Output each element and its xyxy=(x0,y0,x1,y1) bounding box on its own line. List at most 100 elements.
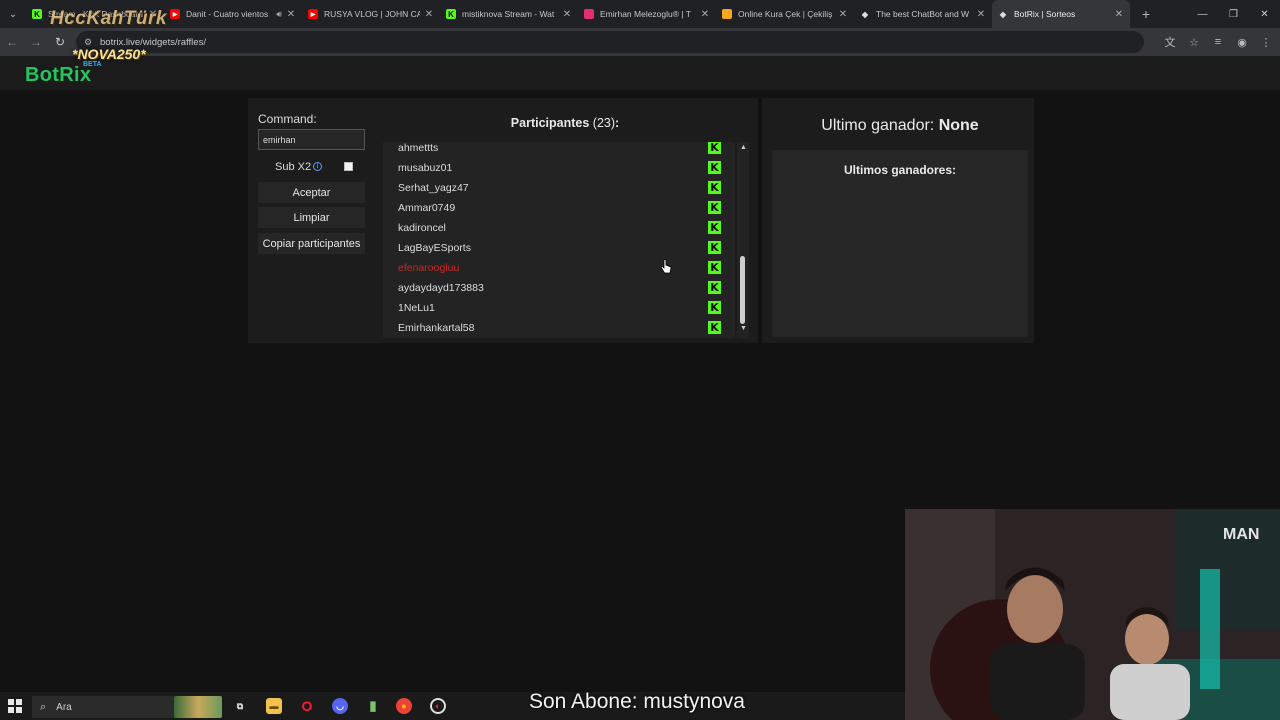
window-controls: — ❐ ✕ xyxy=(1187,0,1280,28)
tab-close-icon[interactable]: ✕ xyxy=(838,9,848,20)
scroll-up-arrow-icon[interactable]: ▲ xyxy=(740,144,747,151)
opera-gx-icon[interactable]: O xyxy=(299,698,315,714)
tab-close-icon[interactable]: ✕ xyxy=(700,9,710,20)
last-winner-label: Ultimo ganador: xyxy=(821,117,935,134)
youtube-icon: ▶ xyxy=(170,9,180,19)
participant-row: aydaydayd173883 K xyxy=(383,278,735,298)
site-header xyxy=(0,56,1280,90)
search-highlight-image[interactable] xyxy=(174,696,222,718)
tab-4[interactable]: Kmistiknova Stream - Wat ✕ xyxy=(440,0,578,28)
tab-7[interactable]: ◆ The best ChatBot and W ✕ xyxy=(854,0,992,28)
back-arrow-icon[interactable]: ← xyxy=(0,30,24,54)
forward-arrow-icon[interactable]: → xyxy=(24,30,48,54)
participant-row: musabuz01 K xyxy=(383,158,735,178)
file-explorer-icon[interactable]: ▬ xyxy=(266,698,282,714)
kick-icon: K xyxy=(708,261,721,274)
task-view-icon[interactable]: ⧉ xyxy=(232,698,248,714)
sub-x2-label: Sub X2 xyxy=(275,161,312,173)
command-label: Command: xyxy=(258,112,317,126)
tab-title: RUSYA VLOG | JOHN CAI xyxy=(324,9,420,19)
tab-close-icon[interactable]: ✕ xyxy=(286,9,296,20)
participants-title-text: Participantes xyxy=(510,116,590,130)
tab-6[interactable]: Online Kura Çek | Çekiliş ✕ xyxy=(716,0,854,28)
media-control-icon[interactable]: ≡ xyxy=(1210,34,1226,50)
obs-icon[interactable]: ◐ xyxy=(430,698,446,714)
kick-icon: K xyxy=(708,241,721,254)
recent-winners-title: Ultimos ganadores: xyxy=(843,163,957,177)
address-bar-actions: 文 ☆ ≡ ◉ ⋮ xyxy=(1162,28,1274,56)
browser-address-bar: ← → ↻ ⚙ botrix.live/widgets/raffles/ 文 ☆… xyxy=(0,28,1280,56)
kick-icon: K xyxy=(446,9,456,19)
participant-row: LagBayESports K xyxy=(383,238,735,258)
kick-icon: K xyxy=(708,321,721,334)
kick-icon: K xyxy=(708,181,721,194)
tab-2[interactable]: ▶ Danit - Cuatro vientos 🔊︎ ✕ xyxy=(164,0,302,28)
kick-icon: K xyxy=(32,9,42,19)
tab-8[interactable]: ◆ BotRix | Sorteos ✕ xyxy=(992,0,1130,28)
sub-x2-checkbox[interactable] xyxy=(344,162,353,171)
participant-name: musabuz01 xyxy=(398,162,453,174)
participant-name: efenaroogluu xyxy=(398,262,460,274)
participant-name: aydaydayd173883 xyxy=(398,282,484,294)
tab-5[interactable]: Emirhan Melezoglu® | T ✕ xyxy=(578,0,716,28)
participant-row: Ammar0749 K xyxy=(383,198,735,218)
close-window-icon[interactable]: ✕ xyxy=(1249,0,1280,28)
participants-list[interactable]: ahmettts Kmusabuz01 K Serhat_yagz47 K Ammar07… xyxy=(383,142,735,338)
url-field[interactable]: ⚙ botrix.live/widgets/raffles/ xyxy=(76,31,1144,53)
discord-icon[interactable]: ◡ xyxy=(332,698,348,714)
restore-icon[interactable]: ❐ xyxy=(1218,0,1249,28)
scrollbar-thumb[interactable] xyxy=(740,256,745,324)
copy-participants-button[interactable]: Copiar participantes xyxy=(258,233,365,254)
notepad-icon[interactable]: ▮ xyxy=(365,698,381,714)
profile-icon[interactable]: ◉ xyxy=(1234,34,1250,50)
beta-badge: BETA xyxy=(83,61,102,68)
participants-count: (23) xyxy=(592,116,616,130)
tab-title: mistiknova Stream - Wat xyxy=(462,9,555,19)
participant-row: Serhat_yagz47 K xyxy=(383,178,735,198)
kick-icon: K xyxy=(708,281,721,294)
menu-dots-icon[interactable]: ⋮ xyxy=(1258,34,1274,50)
tab-strip: K Stream - Kick Dashboard ✕ ▶ Danit - Cuatro… xyxy=(26,0,1130,28)
tab-close-icon[interactable]: ✕ xyxy=(1114,9,1124,20)
chrome-icon[interactable]: ● xyxy=(396,698,412,714)
botrix-icon: ◆ xyxy=(999,9,1007,19)
participant-row: efenaroogluu K xyxy=(383,258,735,278)
tab-title: BotRix | Sorteos xyxy=(1014,9,1076,19)
stream-overlay-name: HccKahTürk xyxy=(50,8,167,29)
participants-title: Participantes (23): xyxy=(383,116,747,130)
webcam-overlay: MAN xyxy=(905,509,1280,720)
new-tab-button[interactable]: + xyxy=(1136,6,1156,22)
participant-row: 1NeLu1 K xyxy=(383,298,735,318)
kick-icon: K xyxy=(708,161,721,174)
clear-button[interactable]: Limpiar xyxy=(258,207,365,228)
participant-row: ahmettts K xyxy=(383,142,735,158)
info-icon[interactable]: i xyxy=(313,162,322,171)
minimize-icon[interactable]: — xyxy=(1187,0,1218,28)
command-input[interactable] xyxy=(258,129,365,150)
tab-title: Online Kura Çek | Çekiliş xyxy=(738,9,833,19)
translate-icon[interactable]: 文 xyxy=(1162,34,1178,50)
instagram-icon xyxy=(584,9,594,19)
bookmark-star-icon[interactable]: ☆ xyxy=(1186,34,1202,50)
botrix-logo[interactable]: BotRix xyxy=(25,64,91,87)
tab-close-icon[interactable]: ✕ xyxy=(976,9,986,20)
participant-name: Ammar0749 xyxy=(398,202,456,214)
tab-close-icon[interactable]: ✕ xyxy=(424,9,434,20)
tab-title: The best ChatBot and W xyxy=(876,9,970,19)
tab-title: Emirhan Melezoglu® | T xyxy=(600,9,691,19)
kick-icon: K xyxy=(708,221,721,234)
scroll-down-arrow-icon[interactable]: ▼ xyxy=(740,325,747,332)
participant-row: Emirhankartal58 K xyxy=(383,318,735,338)
accept-button[interactable]: Aceptar xyxy=(258,182,365,203)
speaker-icon[interactable]: 🔊︎ xyxy=(276,9,282,20)
last-winner: Ultimo ganador: None xyxy=(762,117,1038,135)
tab-close-icon[interactable]: ✕ xyxy=(562,9,572,20)
windows-start-icon[interactable] xyxy=(8,699,22,713)
taskbar-search-placeholder: Ara xyxy=(56,701,72,713)
tab-3[interactable]: ▶ RUSYA VLOG | JOHN CAI ✕ xyxy=(302,0,440,28)
participant-row: kadironcel K xyxy=(383,218,735,238)
search-icon: ⌕ xyxy=(40,700,47,713)
tab-search-chevron-icon[interactable]: ⌄ xyxy=(0,0,26,28)
reload-icon[interactable]: ↻ xyxy=(48,30,72,54)
last-subscriber-overlay: Son Abone: mustynova xyxy=(529,690,745,713)
